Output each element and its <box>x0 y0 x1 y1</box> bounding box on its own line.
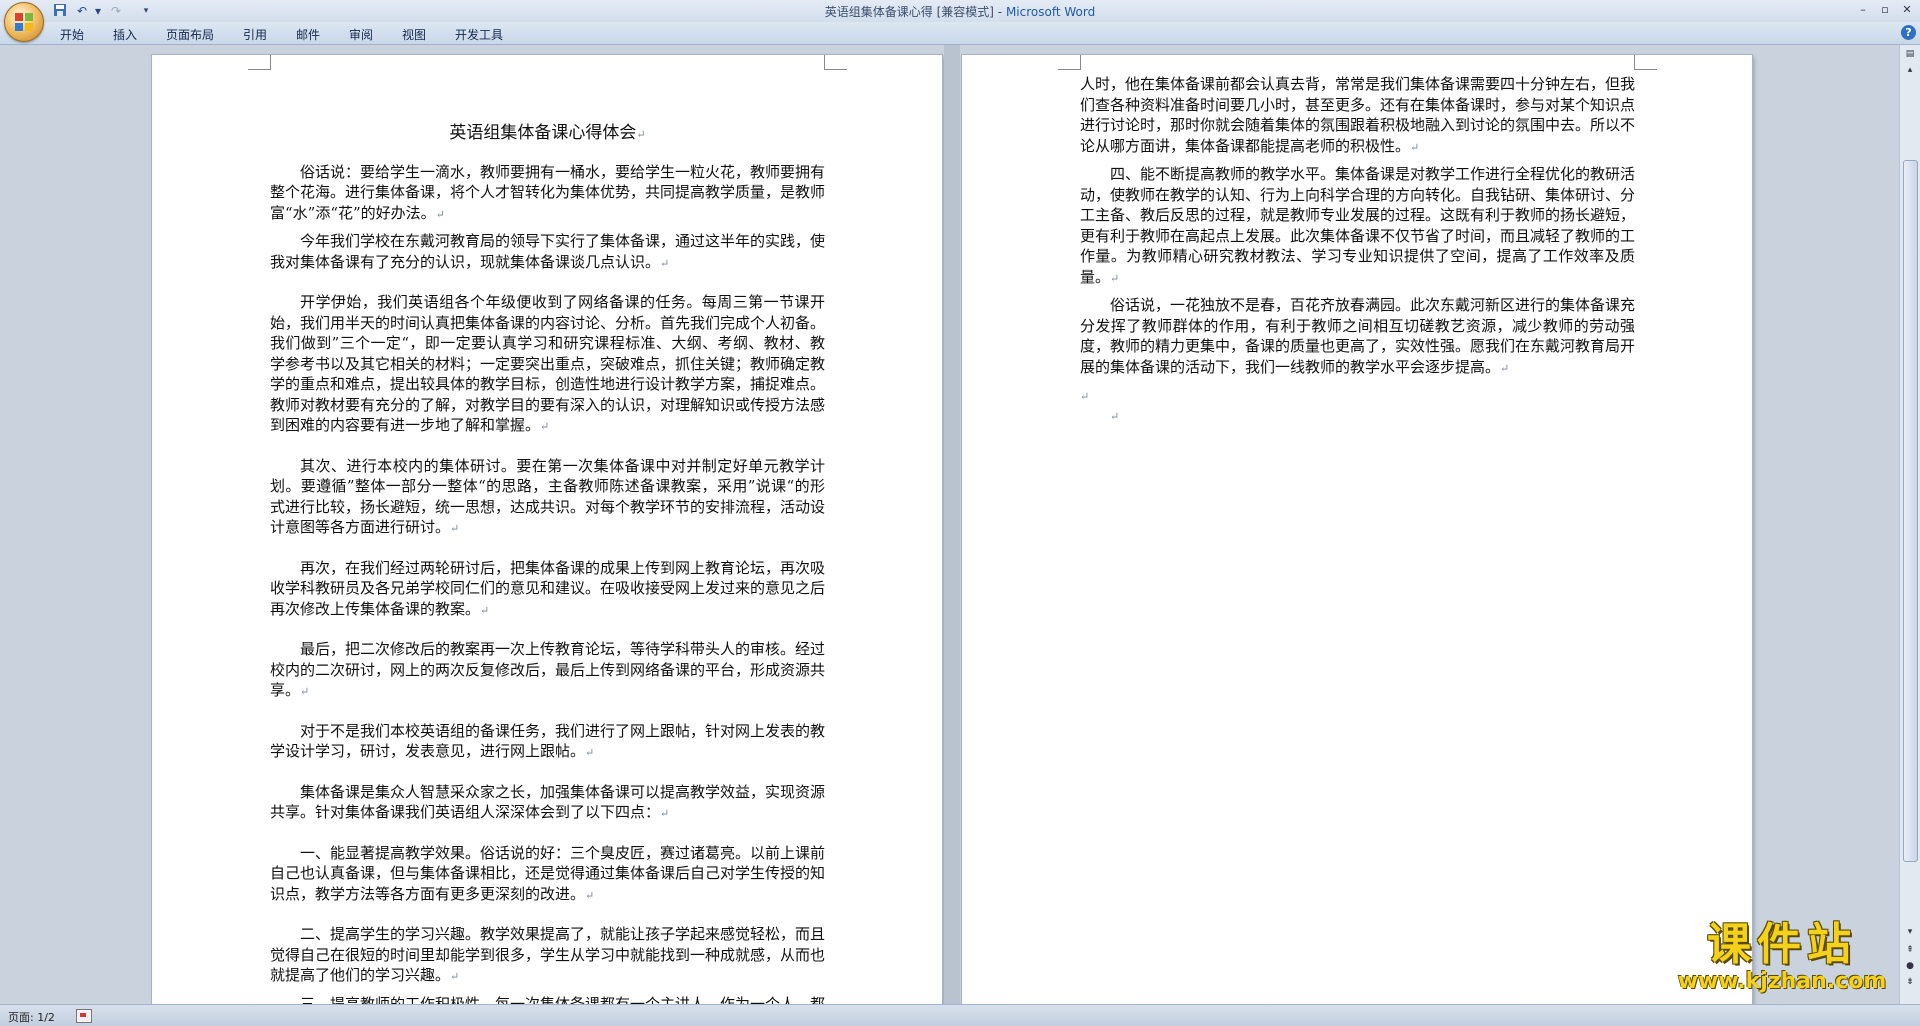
window-title: 英语组集体备课心得 [兼容模式] - Microsoft Word <box>0 3 1920 20</box>
app-name: Microsoft Word <box>1005 5 1096 19</box>
next-page-icon[interactable]: ⇟ <box>1903 975 1917 989</box>
paragraph-text: 人时，他在集体备课前都会认真去背，常常是我们集体备课需要四十分钟左右，但我们查各… <box>1080 75 1636 155</box>
document-title: 英语组集体备课心得体会↵ <box>270 123 825 146</box>
tab-insert[interactable]: 插入 <box>113 26 137 43</box>
title-bar: ↶ ▾ ↷ ▾ 英语组集体备课心得 [兼容模式] - Microsoft Wor… <box>0 0 1920 42</box>
empty-paragraph: ↵ <box>1080 385 1635 405</box>
ribbon-tabs: 开始 插入 页面布局 引用 邮件 审阅 视图 开发工具 ? <box>0 22 1920 45</box>
paragraph: 集体备课是集众人智慧采众家之长，加强集体备课可以提高教学效益，实现资源共享。针对… <box>270 782 825 825</box>
paragraph-text: 对于不是我们本校英语组的备课任务，我们进行了网上跟帖，针对网上发表的教学设计学习… <box>270 721 826 761</box>
status-bar: 页面: 1/2 <box>0 1004 1920 1026</box>
tab-developer[interactable]: 开发工具 <box>455 26 503 43</box>
tab-home[interactable]: 开始 <box>60 26 84 43</box>
paragraph-mark: ↵ <box>1500 361 1510 375</box>
document-page-2[interactable]: 人时，他在集体备课前都会认真去背，常常是我们集体备课需要四十分钟左右，但我们查各… <box>962 55 1752 1004</box>
paragraph-mark: ↵ <box>435 207 445 221</box>
crop-mark-top-left <box>1058 55 1081 70</box>
document-page-1[interactable]: 英语组集体备课心得体会↵ 俗话说：要给学生一滴水，教师要拥有一桶水，要给学生一粒… <box>152 55 942 1004</box>
paragraph-mark: ↵ <box>636 128 646 141</box>
tab-mailings[interactable]: 邮件 <box>296 26 320 43</box>
paragraph-text: 三、提高教师的工作积极性。每一次集体备课都有一个主讲人。作为一个人，都希望把自己… <box>300 994 826 1005</box>
watermark-url: www.kjzhan.com <box>1677 969 1887 994</box>
title-separator: - <box>993 5 1006 19</box>
paragraph: 二、提高学生的学习兴趣。教学效果提高了，就能让孩子学起来感觉轻松，而且觉得自己在… <box>270 924 825 988</box>
paragraph-text: 俗话说，一花独放不是春，百花齐放春满园。此次东戴河新区进行的集体备课充分发挥了教… <box>1080 296 1636 376</box>
paragraph: 最后，把二次修改后的教案再一次上传教育论坛，等待学科带头人的审核。经过校内的二次… <box>270 639 825 703</box>
paragraph-mark: ↵ <box>450 970 460 983</box>
paragraph-text: 四、能不断提高教师的教学水平。集体备课是对教学工作进行全程优化的教研活动，使教师… <box>1080 165 1636 286</box>
page-gap <box>944 45 960 1004</box>
page-counter[interactable]: 页面: 1/2 <box>8 1009 55 1025</box>
minimize-icon[interactable]: – <box>1852 2 1874 18</box>
page-2-text: 人时，他在集体备课前都会认真去背，常常是我们集体备课需要四十分钟左右，但我们查各… <box>1080 74 1635 425</box>
help-icon[interactable]: ? <box>1901 25 1916 40</box>
vertical-scrollbar[interactable]: ▤ ▴ ▾ ⇞ ● ⇟ <box>1899 45 1920 1004</box>
paragraph-text: 俗话说：要给学生一滴水，教师要拥有一桶水，要给学生一粒火花，教师要拥有整个花海。… <box>270 162 826 222</box>
tab-page-layout[interactable]: 页面布局 <box>166 26 214 43</box>
paragraph: 四、能不断提高教师的教学水平。集体备课是对教学工作进行全程优化的教研活动，使教师… <box>1080 164 1635 289</box>
paragraph-text: 二、提高学生的学习兴趣。教学效果提高了，就能让孩子学起来感觉轻松，而且觉得自己在… <box>270 925 826 984</box>
paragraph-mark: ↵ <box>660 256 670 270</box>
paragraph-mark: ↵ <box>480 603 490 617</box>
empty-paragraph: ↵ <box>1080 405 1635 425</box>
crop-mark-top-left <box>248 55 271 70</box>
watermark-text: 课件站 <box>1707 919 1857 970</box>
paragraph: 开学伊始，我们英语组各个年级便收到了网络备课的任务。每周三第一节课开始，我们用半… <box>270 292 825 438</box>
browse-object-icon[interactable]: ● <box>1903 959 1917 973</box>
crop-mark-top-right <box>824 55 847 70</box>
paragraph-text: 开学伊始，我们英语组各个年级便收到了网络备课的任务。每周三第一节课开始，我们用半… <box>270 293 826 434</box>
page-1-text: 英语组集体备课心得体会↵ 俗话说：要给学生一滴水，教师要拥有一桶水，要给学生一粒… <box>270 123 825 1004</box>
proofing-icon[interactable] <box>76 1009 92 1023</box>
document-workspace: 英语组集体备课心得体会↵ 俗话说：要给学生一滴水，教师要拥有一桶水，要给学生一粒… <box>0 45 1900 1004</box>
tab-view[interactable]: 视图 <box>402 26 426 43</box>
paragraph-mark: ↵ <box>660 807 670 820</box>
paragraph-mark: ↵ <box>300 685 310 698</box>
paragraph: 对于不是我们本校英语组的备课任务，我们进行了网上跟帖，针对网上发表的教学设计学习… <box>270 721 825 764</box>
paragraph: 今年我们学校在东戴河教育局的领导下实行了集体备课，通过这半年的实践，使我对集体备… <box>270 231 825 274</box>
scrollbar-thumb[interactable] <box>1903 160 1918 862</box>
paragraph-mark: ↵ <box>585 888 595 902</box>
watermark: 课件站 www.kjzhan.com <box>1662 920 1902 994</box>
scroll-down-icon[interactable]: ▾ <box>1903 925 1917 939</box>
tab-references[interactable]: 引用 <box>243 26 267 43</box>
paragraph-mark: ↵ <box>540 420 550 433</box>
paragraph: 俗话说，一花独放不是春，百花齐放春满园。此次东戴河新区进行的集体备课充分发挥了教… <box>1080 295 1635 379</box>
paragraph-text: 其次、进行本校内的集体研讨。要在第一次集体备课中对并制定好单元教学计划。要遵循”… <box>270 456 826 537</box>
paragraph: 其次、进行本校内的集体研讨。要在第一次集体备课中对并制定好单元教学计划。要遵循”… <box>270 456 825 540</box>
document-title-text: 英语组集体备课心得体会 <box>449 123 637 143</box>
tab-review[interactable]: 审阅 <box>349 26 373 43</box>
document-name: 英语组集体备课心得 [兼容模式] <box>824 5 994 19</box>
paragraph: 一、能显著提高教学效果。俗话说的好：三个臭皮匠，赛过诸葛亮。以前上课前自己也认真… <box>270 843 825 907</box>
paragraph-mark: ↵ <box>1110 410 1120 423</box>
maximize-icon[interactable]: ▫ <box>1874 2 1896 18</box>
paragraph-text: 最后，把二次修改后的教案再一次上传教育论坛，等待学科带头人的审核。经过校内的二次… <box>270 640 826 699</box>
paragraph-mark: ↵ <box>1110 271 1120 285</box>
paragraph-mark: ↵ <box>1080 390 1090 403</box>
paragraph-text: 一、能显著提高教学效果。俗话说的好：三个臭皮匠，赛过诸葛亮。以前上课前自己也认真… <box>270 843 826 903</box>
ruler-toggle-icon[interactable]: ▤ <box>1903 47 1917 61</box>
previous-page-icon[interactable]: ⇞ <box>1903 943 1917 957</box>
paragraph-text: 集体备课是集众人智慧采众家之长，加强集体备课可以提高教学效益，实现资源共享。针对… <box>270 782 826 822</box>
scroll-up-icon[interactable]: ▴ <box>1903 63 1917 77</box>
paragraph-mark: ↵ <box>1410 140 1420 154</box>
close-icon[interactable]: ✕ <box>1896 2 1918 18</box>
paragraph-text: 再次，在我们经过两轮研讨后，把集体备课的成果上传到网上教育论坛，再次吸收学科教研… <box>270 558 826 618</box>
paragraph-text: 今年我们学校在东戴河教育局的领导下实行了集体备课，通过这半年的实践，使我对集体备… <box>270 232 826 271</box>
paragraph: 再次，在我们经过两轮研讨后，把集体备课的成果上传到网上教育论坛，再次吸收学科教研… <box>270 558 825 622</box>
paragraph-mark: ↵ <box>450 522 460 535</box>
paragraph: 俗话说：要给学生一滴水，教师要拥有一桶水，要给学生一粒火花，教师要拥有整个花海。… <box>270 162 825 226</box>
office-button[interactable] <box>4 2 44 42</box>
crop-mark-top-right <box>1634 55 1657 70</box>
paragraph: 人时，他在集体备课前都会认真去背，常常是我们集体备课需要四十分钟左右，但我们查各… <box>1080 74 1635 158</box>
office-logo-icon <box>15 13 33 31</box>
paragraph: 三、提高教师的工作积极性。每一次集体备课都有一个主讲人。作为一个人，都希望把自己… <box>270 994 825 1005</box>
paragraph-mark: ↵ <box>585 746 595 759</box>
